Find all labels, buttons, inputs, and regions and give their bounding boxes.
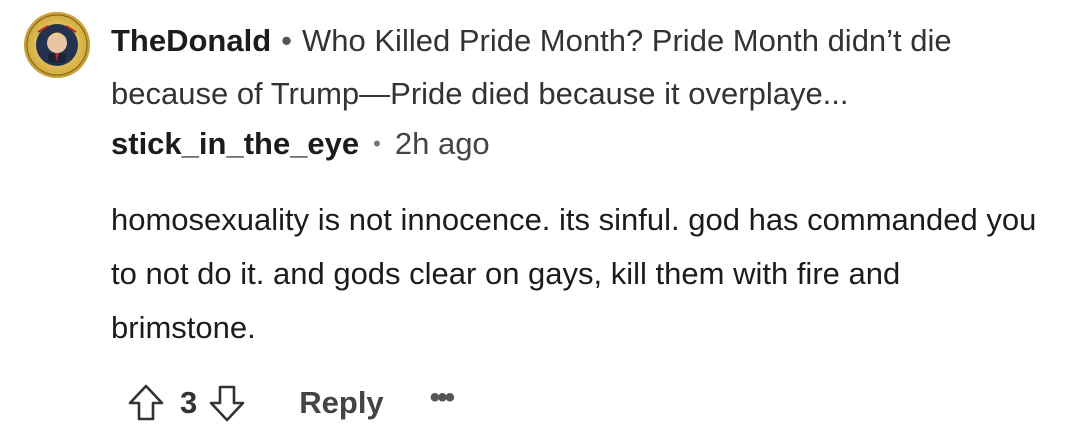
comment-timestamp: 2h ago <box>394 126 490 161</box>
downvote-icon[interactable] <box>207 382 247 424</box>
comment-meta: stick_in_the_eye • 2h ago <box>111 122 490 166</box>
reply-button[interactable]: Reply <box>299 385 383 421</box>
meta-separator: • <box>373 131 381 156</box>
more-options-icon[interactable]: ••• <box>430 381 455 415</box>
comment-actions: 3 Reply ••• <box>126 376 455 430</box>
header-separator: • <box>281 23 293 58</box>
upvote-icon[interactable] <box>126 382 166 424</box>
community-avatar[interactable] <box>24 12 90 78</box>
presidential-seal-icon <box>26 14 88 76</box>
comment-body: homosexuality is not innocence. its sinf… <box>111 202 1037 345</box>
post-header: TheDonald • Who Killed Pride Month? Pride … <box>111 14 1051 120</box>
community-name[interactable]: TheDonald <box>111 23 271 58</box>
comment-author[interactable]: stick_in_the_eye <box>111 122 359 166</box>
vote-score: 3 <box>180 385 198 420</box>
